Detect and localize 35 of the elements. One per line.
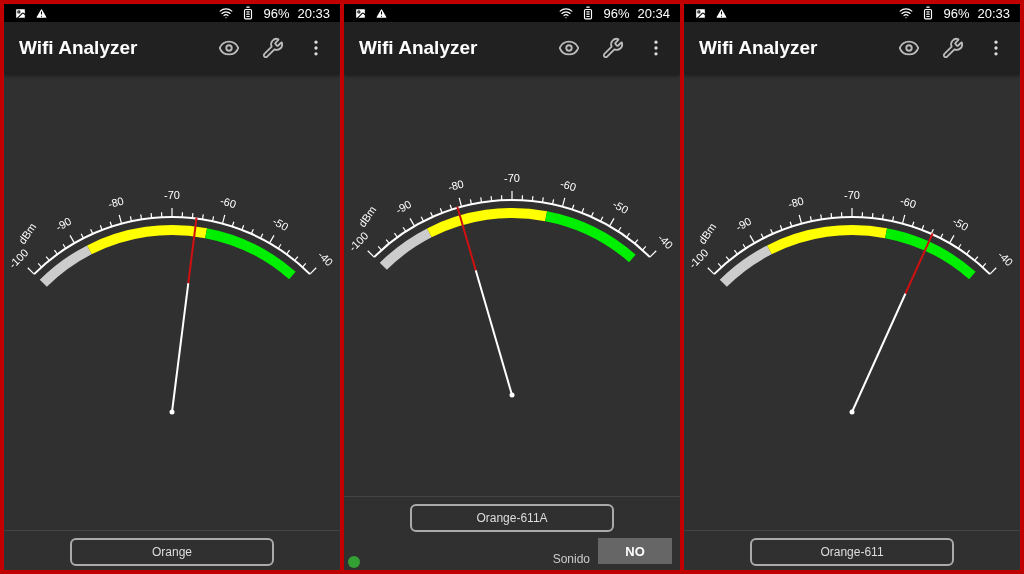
- scale-label: -90: [53, 214, 74, 234]
- scale-label: -60: [218, 194, 238, 211]
- clock: 20:34: [637, 5, 670, 21]
- scale-label: -80: [106, 194, 126, 211]
- network-selector[interactable]: Orange-611: [750, 538, 954, 566]
- scale-label: -50: [950, 214, 971, 234]
- scale-label: -80: [786, 194, 806, 211]
- scale-label: -60: [898, 194, 918, 211]
- scale-label: -60: [558, 177, 578, 194]
- clock: 20:33: [297, 5, 330, 21]
- scale-label: -80: [446, 177, 466, 194]
- app-title: Wifi Analyzer: [359, 37, 479, 59]
- battery-percent: 96%: [943, 5, 970, 21]
- scale-label: -100: [6, 246, 31, 271]
- sound-toggle[interactable]: NO: [598, 538, 672, 564]
- app-title: Wifi Analyzer: [19, 37, 139, 59]
- battery-percent: 96%: [603, 5, 630, 21]
- scale-label: -40: [995, 248, 1016, 269]
- scale-label: -40: [655, 231, 676, 252]
- scale-label: -90: [393, 197, 414, 217]
- scale-label: -70: [164, 188, 180, 201]
- sound-label: Sonido: [552, 552, 590, 566]
- scale-label: -50: [610, 197, 631, 217]
- scale-label: -100: [686, 246, 711, 271]
- network-selector[interactable]: Orange-611A: [410, 504, 614, 532]
- scale-label: -70: [844, 188, 860, 201]
- scale-label: -50: [270, 214, 291, 234]
- app-title: Wifi Analyzer: [699, 37, 819, 59]
- scale-label: -100: [346, 229, 371, 254]
- scale-label: -40: [315, 248, 336, 269]
- scale-label: -90: [733, 214, 754, 234]
- battery-percent: 96%: [263, 5, 290, 21]
- scale-label: -70: [504, 171, 520, 184]
- network-selector[interactable]: Orange: [70, 538, 274, 566]
- clock: 20:33: [977, 5, 1010, 21]
